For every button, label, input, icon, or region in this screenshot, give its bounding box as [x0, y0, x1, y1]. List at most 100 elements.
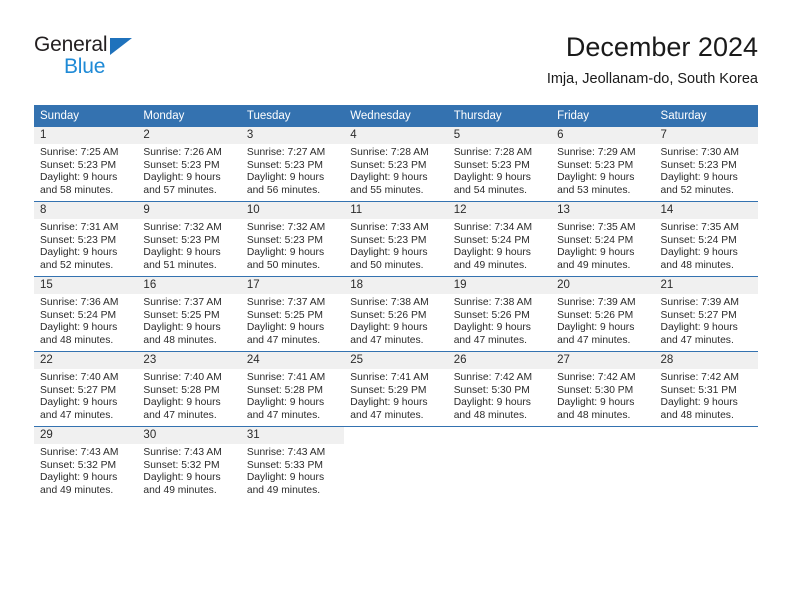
day-cell-inner: 18 Sunrise: 7:38 AM Sunset: 5:26 PM Dayligh…	[344, 277, 448, 351]
sunrise-time: Sunrise: 7:42 AM	[660, 372, 739, 383]
day-cell-inner	[551, 427, 655, 501]
calendar-day-cell[interactable]: 18 Sunrise: 7:38 AM Sunset: 5:26 PM Dayligh…	[344, 276, 448, 352]
calendar-day-cell[interactable]: 20 Sunrise: 7:39 AM Sunset: 5:26 PM Dayligh…	[551, 276, 655, 352]
calendar-week-row: 8 Sunrise: 7:31 AM Sunset: 5:23 PM Daylight…	[34, 201, 758, 277]
day-number: 11	[344, 202, 448, 219]
day-cell-inner: 25 Sunrise: 7:41 AM Sunset: 5:29 PM Dayligh…	[344, 352, 448, 426]
sunrise-time: Sunrise: 7:30 AM	[660, 147, 739, 158]
calendar-day-cell[interactable]: 1 Sunrise: 7:25 AM Sunset: 5:23 PM Daylight…	[34, 127, 138, 202]
sunset-time: Sunset: 5:24 PM	[557, 234, 634, 246]
calendar-day-cell[interactable]: 17 Sunrise: 7:37 AM Sunset: 5:25 PM Dayligh…	[240, 276, 345, 352]
calendar-day-cell[interactable]: 12 Sunrise: 7:34 AM Sunset: 5:24 PM Dayligh…	[447, 201, 552, 277]
calendar-day-cell[interactable]: 8 Sunrise: 7:31 AM Sunset: 5:23 PM Daylight…	[34, 201, 138, 277]
sunrise-time: Sunrise: 7:35 AM	[660, 222, 739, 233]
calendar-day-cell[interactable]: 23 Sunrise: 7:40 AM Sunset: 5:28 PM Dayligh…	[137, 351, 241, 427]
daylight-duration-line1: Daylight: 9 hours	[660, 397, 738, 409]
calendar-day-cell[interactable]: 2 Sunrise: 7:26 AM Sunset: 5:23 PM Daylight…	[137, 127, 241, 202]
day-cell-inner: 22 Sunrise: 7:40 AM Sunset: 5:27 PM Dayligh…	[34, 352, 138, 426]
daylight-duration-line2: and 58 minutes.	[40, 184, 114, 196]
daylight-duration-line1: Daylight: 9 hours	[660, 322, 738, 334]
day-cell-inner: 28 Sunrise: 7:42 AM Sunset: 5:31 PM Dayligh…	[654, 352, 758, 426]
calendar-day-cell[interactable]: 19 Sunrise: 7:38 AM Sunset: 5:26 PM Dayligh…	[447, 276, 552, 352]
day-cell-details: Sunrise: 7:34 AM Sunset: 5:24 PM Daylight:…	[448, 219, 551, 272]
day-cell-inner: 20 Sunrise: 7:39 AM Sunset: 5:26 PM Dayligh…	[551, 277, 655, 351]
calendar-day-cell[interactable]: 29 Sunrise: 7:43 AM Sunset: 5:32 PM Dayligh…	[34, 426, 138, 501]
page-header: General Blue December 2024 Imja, Jeollan…	[0, 0, 792, 100]
daylight-duration-line1: Daylight: 9 hours	[246, 472, 325, 484]
sunrise-time: Sunrise: 7:43 AM	[246, 447, 326, 458]
calendar-day-cell[interactable]: 21 Sunrise: 7:39 AM Sunset: 5:27 PM Dayligh…	[654, 276, 758, 352]
day-number: 7	[654, 127, 758, 144]
calendar-day-cell[interactable]: 10 Sunrise: 7:32 AM Sunset: 5:23 PM Dayligh…	[240, 201, 345, 277]
sunset-time: Sunset: 5:23 PM	[350, 234, 427, 246]
sunrise-time: Sunrise: 7:25 AM	[40, 147, 119, 158]
calendar-day-cell[interactable]: 15 Sunrise: 7:36 AM Sunset: 5:24 PM Dayligh…	[34, 276, 138, 352]
sunrise-time: Sunrise: 7:42 AM	[453, 372, 533, 383]
general-blue-logo[interactable]: General Blue	[34, 33, 164, 85]
weekday-header-tuesday: Tuesday	[240, 105, 345, 127]
calendar-cell-empty	[654, 426, 758, 501]
calendar-day-cell[interactable]: 5 Sunrise: 7:28 AM Sunset: 5:23 PM Daylight…	[447, 127, 552, 202]
daylight-duration-line2: and 56 minutes.	[246, 184, 321, 196]
calendar-day-cell[interactable]: 7 Sunrise: 7:30 AM Sunset: 5:23 PM Daylight…	[654, 127, 758, 202]
day-cell-details	[551, 444, 654, 447]
page-title: December 2024	[565, 32, 758, 62]
sunrise-time: Sunrise: 7:35 AM	[557, 222, 636, 233]
sunset-time: Sunset: 5:23 PM	[660, 159, 737, 171]
sunset-time: Sunset: 5:31 PM	[660, 384, 737, 396]
calendar-day-cell[interactable]: 11 Sunrise: 7:33 AM Sunset: 5:23 PM Dayligh…	[344, 201, 448, 277]
sunrise-time: Sunrise: 7:38 AM	[453, 297, 533, 308]
sunset-time: Sunset: 5:23 PM	[40, 234, 117, 246]
daylight-duration-line2: and 49 minutes.	[40, 484, 114, 496]
daylight-duration-line1: Daylight: 9 hours	[453, 172, 531, 184]
day-cell-details: Sunrise: 7:37 AM Sunset: 5:25 PM Daylight:…	[137, 294, 240, 347]
calendar-day-cell[interactable]: 16 Sunrise: 7:37 AM Sunset: 5:25 PM Dayligh…	[137, 276, 241, 352]
calendar-day-cell[interactable]: 13 Sunrise: 7:35 AM Sunset: 5:24 PM Dayligh…	[551, 201, 655, 277]
calendar-day-cell[interactable]: 27 Sunrise: 7:42 AM Sunset: 5:30 PM Dayligh…	[551, 351, 655, 427]
daylight-duration-line2: and 47 minutes.	[350, 334, 424, 346]
calendar-day-cell[interactable]: 3 Sunrise: 7:27 AM Sunset: 5:23 PM Daylight…	[240, 127, 345, 202]
daylight-duration-line1: Daylight: 9 hours	[143, 472, 221, 484]
calendar-page: General Blue December 2024 Imja, Jeollan…	[0, 0, 792, 612]
daylight-duration-line2: and 48 minutes.	[40, 334, 114, 346]
day-cell-details: Sunrise: 7:28 AM Sunset: 5:23 PM Daylight:…	[448, 144, 551, 197]
daylight-duration-line1: Daylight: 9 hours	[453, 247, 531, 259]
calendar-day-cell[interactable]: 24 Sunrise: 7:41 AM Sunset: 5:28 PM Dayligh…	[240, 351, 345, 427]
calendar-day-cell[interactable]: 6 Sunrise: 7:29 AM Sunset: 5:23 PM Daylight…	[551, 127, 655, 202]
day-number: 15	[34, 277, 138, 294]
day-cell-inner: 6 Sunrise: 7:29 AM Sunset: 5:23 PM Daylight…	[551, 127, 655, 201]
calendar-day-cell[interactable]: 22 Sunrise: 7:40 AM Sunset: 5:27 PM Dayligh…	[34, 351, 138, 427]
daylight-duration-line2: and 55 minutes.	[350, 184, 424, 196]
calendar-day-cell[interactable]: 9 Sunrise: 7:32 AM Sunset: 5:23 PM Daylight…	[137, 201, 241, 277]
daylight-duration-line1: Daylight: 9 hours	[40, 247, 118, 259]
day-cell-details: Sunrise: 7:25 AM Sunset: 5:23 PM Daylight:…	[34, 144, 137, 197]
daylight-duration-line1: Daylight: 9 hours	[453, 397, 531, 409]
weekday-header-friday: Friday	[551, 105, 655, 127]
daylight-duration-line1: Daylight: 9 hours	[350, 397, 428, 409]
calendar-day-cell[interactable]: 30 Sunrise: 7:43 AM Sunset: 5:32 PM Dayligh…	[137, 426, 241, 501]
calendar-body: 1 Sunrise: 7:25 AM Sunset: 5:23 PM Daylight…	[34, 127, 758, 501]
calendar-day-cell[interactable]: 25 Sunrise: 7:41 AM Sunset: 5:29 PM Dayligh…	[344, 351, 448, 427]
calendar-day-cell[interactable]: 28 Sunrise: 7:42 AM Sunset: 5:31 PM Dayligh…	[654, 351, 758, 427]
sunset-time: Sunset: 5:25 PM	[143, 309, 220, 321]
calendar-day-cell[interactable]: 31 Sunrise: 7:43 AM Sunset: 5:33 PM Dayligh…	[240, 426, 345, 501]
sunset-time: Sunset: 5:23 PM	[350, 159, 427, 171]
sunset-time: Sunset: 5:32 PM	[40, 459, 117, 471]
day-cell-inner: 13 Sunrise: 7:35 AM Sunset: 5:24 PM Dayligh…	[551, 202, 655, 276]
calendar-day-cell[interactable]: 26 Sunrise: 7:42 AM Sunset: 5:30 PM Dayligh…	[447, 351, 552, 427]
daylight-duration-line1: Daylight: 9 hours	[143, 397, 221, 409]
daylight-duration-line1: Daylight: 9 hours	[246, 322, 325, 334]
calendar-day-cell[interactable]: 14 Sunrise: 7:35 AM Sunset: 5:24 PM Dayligh…	[654, 201, 758, 277]
day-cell-inner: 17 Sunrise: 7:37 AM Sunset: 5:25 PM Dayligh…	[240, 277, 345, 351]
day-cell-details	[448, 444, 551, 447]
sunset-time: Sunset: 5:23 PM	[453, 159, 530, 171]
daylight-duration-line1: Daylight: 9 hours	[557, 172, 635, 184]
day-cell-details: Sunrise: 7:42 AM Sunset: 5:30 PM Daylight:…	[448, 369, 551, 422]
calendar-day-cell[interactable]: 4 Sunrise: 7:28 AM Sunset: 5:23 PM Daylight…	[344, 127, 448, 202]
daylight-duration-line2: and 53 minutes.	[557, 184, 631, 196]
sunrise-time: Sunrise: 7:40 AM	[143, 372, 222, 383]
day-cell-details: Sunrise: 7:41 AM Sunset: 5:28 PM Daylight:…	[241, 369, 344, 422]
daylight-duration-line2: and 47 minutes.	[557, 334, 631, 346]
daylight-duration-line1: Daylight: 9 hours	[143, 322, 221, 334]
day-number: 26	[447, 352, 552, 369]
